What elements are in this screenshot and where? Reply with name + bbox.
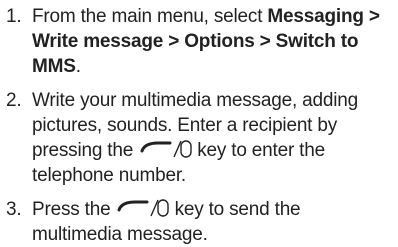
call-key-icon [136,139,192,159]
step-text: Write your multimedia message, adding pi… [32,88,392,188]
instruction-steps: 1. From the main menu, select Messaging … [0,0,398,245]
step-2: 2. Write your multimedia message, adding… [6,88,392,188]
step-text-before: From the main menu, select [32,6,268,27]
step-number: 1. [6,6,22,27]
step-1: 1. From the main menu, select Messaging … [6,4,392,79]
step-text-after: . [75,56,81,77]
step-text: Press the key to send the multimedia mes… [32,197,392,247]
step-3: 3. Press the key to send the multimedia … [6,197,392,247]
step-number: 3. [6,199,22,220]
step-text: From the main menu, select Messaging > W… [32,4,392,79]
step-number: 2. [6,90,22,111]
call-key-icon [113,198,170,218]
step-text-before: Press the [32,199,111,220]
